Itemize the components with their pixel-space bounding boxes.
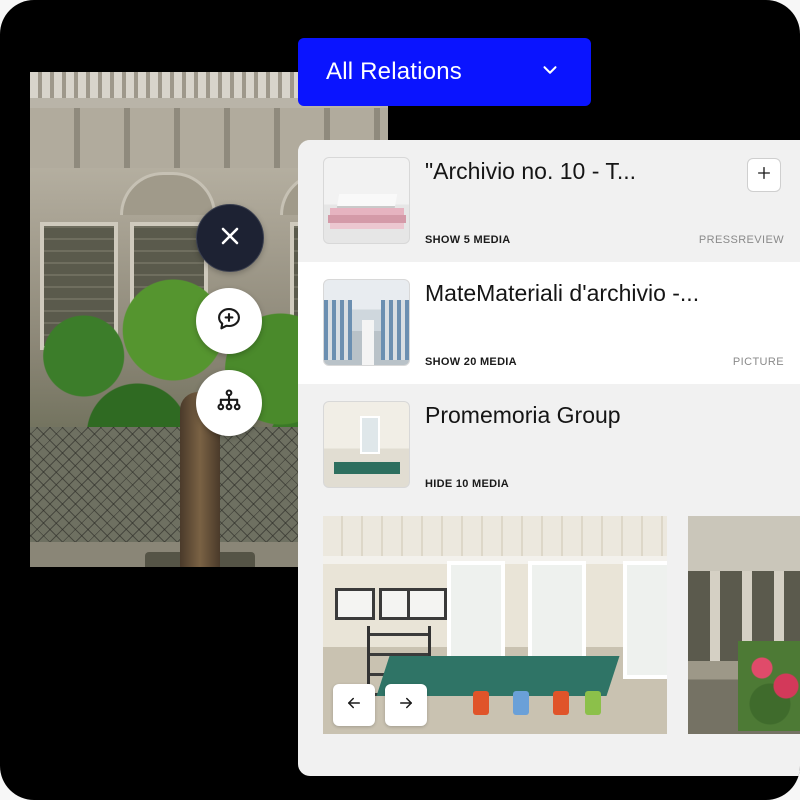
close-icon — [216, 222, 244, 255]
add-comment-button[interactable] — [196, 288, 262, 354]
relation-item[interactable]: MateMateriali d'archivio -... SHOW 20 ME… — [298, 262, 800, 384]
next-media-button[interactable] — [385, 684, 427, 726]
plus-icon — [756, 165, 772, 186]
close-button[interactable] — [196, 204, 264, 272]
add-relation-button[interactable] — [747, 158, 781, 192]
relations-filter-dropdown[interactable]: All Relations — [298, 38, 591, 106]
relation-thumbnail[interactable] — [323, 157, 410, 244]
media-image[interactable] — [688, 516, 800, 734]
arrow-right-icon — [397, 694, 415, 717]
hierarchy-icon — [215, 387, 243, 420]
show-media-toggle[interactable]: SHOW 5 MEDIA — [425, 234, 511, 246]
relation-thumbnail[interactable] — [323, 401, 410, 488]
show-media-toggle[interactable]: SHOW 20 MEDIA — [425, 356, 517, 368]
previous-media-button[interactable] — [333, 684, 375, 726]
media-carousel — [323, 516, 800, 736]
relation-title[interactable]: MateMateriali d'archivio -... — [425, 280, 699, 307]
chevron-down-icon — [539, 59, 561, 86]
relation-item[interactable]: Promemoria Group HIDE 10 MEDIA — [298, 384, 800, 506]
relation-type-label: PICTURE — [732, 356, 784, 368]
relation-title[interactable]: "Archivio no. 10 - T... — [425, 158, 636, 185]
relations-tree-button[interactable] — [196, 370, 262, 436]
relations-filter-label: All Relations — [326, 58, 462, 85]
relation-item[interactable]: "Archivio no. 10 - T... SHOW 5 MEDIA PRE… — [298, 140, 800, 262]
relation-thumbnail[interactable] — [323, 279, 410, 366]
hide-media-toggle[interactable]: HIDE 10 MEDIA — [425, 478, 509, 490]
relations-panel: "Archivio no. 10 - T... SHOW 5 MEDIA PRE… — [298, 140, 800, 776]
relation-type-label: PRESSREVIEW — [698, 234, 784, 246]
relation-title[interactable]: Promemoria Group — [425, 402, 621, 429]
arrow-left-icon — [345, 694, 363, 717]
comment-add-icon — [215, 305, 243, 338]
stage: All Relations "Archivio no. 10 - T... SH… — [0, 0, 800, 800]
